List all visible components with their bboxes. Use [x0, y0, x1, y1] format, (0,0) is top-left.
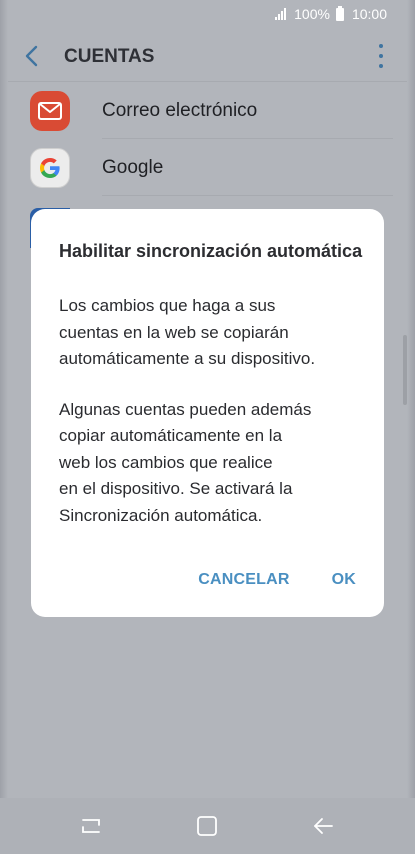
cancel-button[interactable]: CANCELAR — [198, 571, 289, 589]
more-options-icon[interactable] — [377, 44, 385, 68]
ok-button[interactable]: OK — [332, 571, 356, 589]
screen-edge-right — [407, 0, 415, 854]
back-nav-icon[interactable] — [311, 814, 335, 838]
battery-icon — [335, 5, 344, 21]
google-icon — [30, 148, 70, 188]
dialog-title: Habilitar sincronización automática — [59, 241, 363, 261]
page-title: CUENTAS — [64, 46, 155, 67]
recent-apps-icon[interactable] — [79, 814, 103, 838]
app-bar: CUENTAS — [8, 30, 407, 82]
screen-edge-left — [0, 0, 8, 854]
divider — [102, 195, 393, 196]
list-item-email-account[interactable]: Correo electrónico — [8, 82, 407, 139]
navigation-bar — [0, 798, 415, 854]
list-item-google-account[interactable]: Google — [8, 139, 407, 196]
dialog-actions: CANCELAR OK — [198, 571, 356, 589]
dialog-paragraph-1: Los cambios que haga a sus cuentas en la… — [59, 296, 316, 368]
battery-percent: 100% — [294, 6, 330, 22]
scrollbar[interactable] — [403, 335, 407, 405]
dialog-paragraph-2: Algunas cuentas pueden además copiar aut… — [59, 399, 312, 525]
accounts-list: Correo electrónico Google — [8, 82, 407, 248]
account-label: Google — [102, 157, 164, 178]
dialog-body: Los cambios que haga a sus cuentas en la… — [59, 293, 369, 529]
back-icon[interactable] — [22, 44, 42, 68]
status-bar: 100% 10:00 — [0, 0, 415, 30]
account-label: Correo electrónico — [102, 100, 258, 121]
email-icon — [30, 91, 70, 131]
home-icon[interactable] — [195, 814, 219, 838]
signal-icon — [275, 8, 287, 20]
status-time: 10:00 — [351, 6, 387, 22]
auto-sync-dialog: Habilitar sincronización automática Los … — [31, 209, 384, 617]
